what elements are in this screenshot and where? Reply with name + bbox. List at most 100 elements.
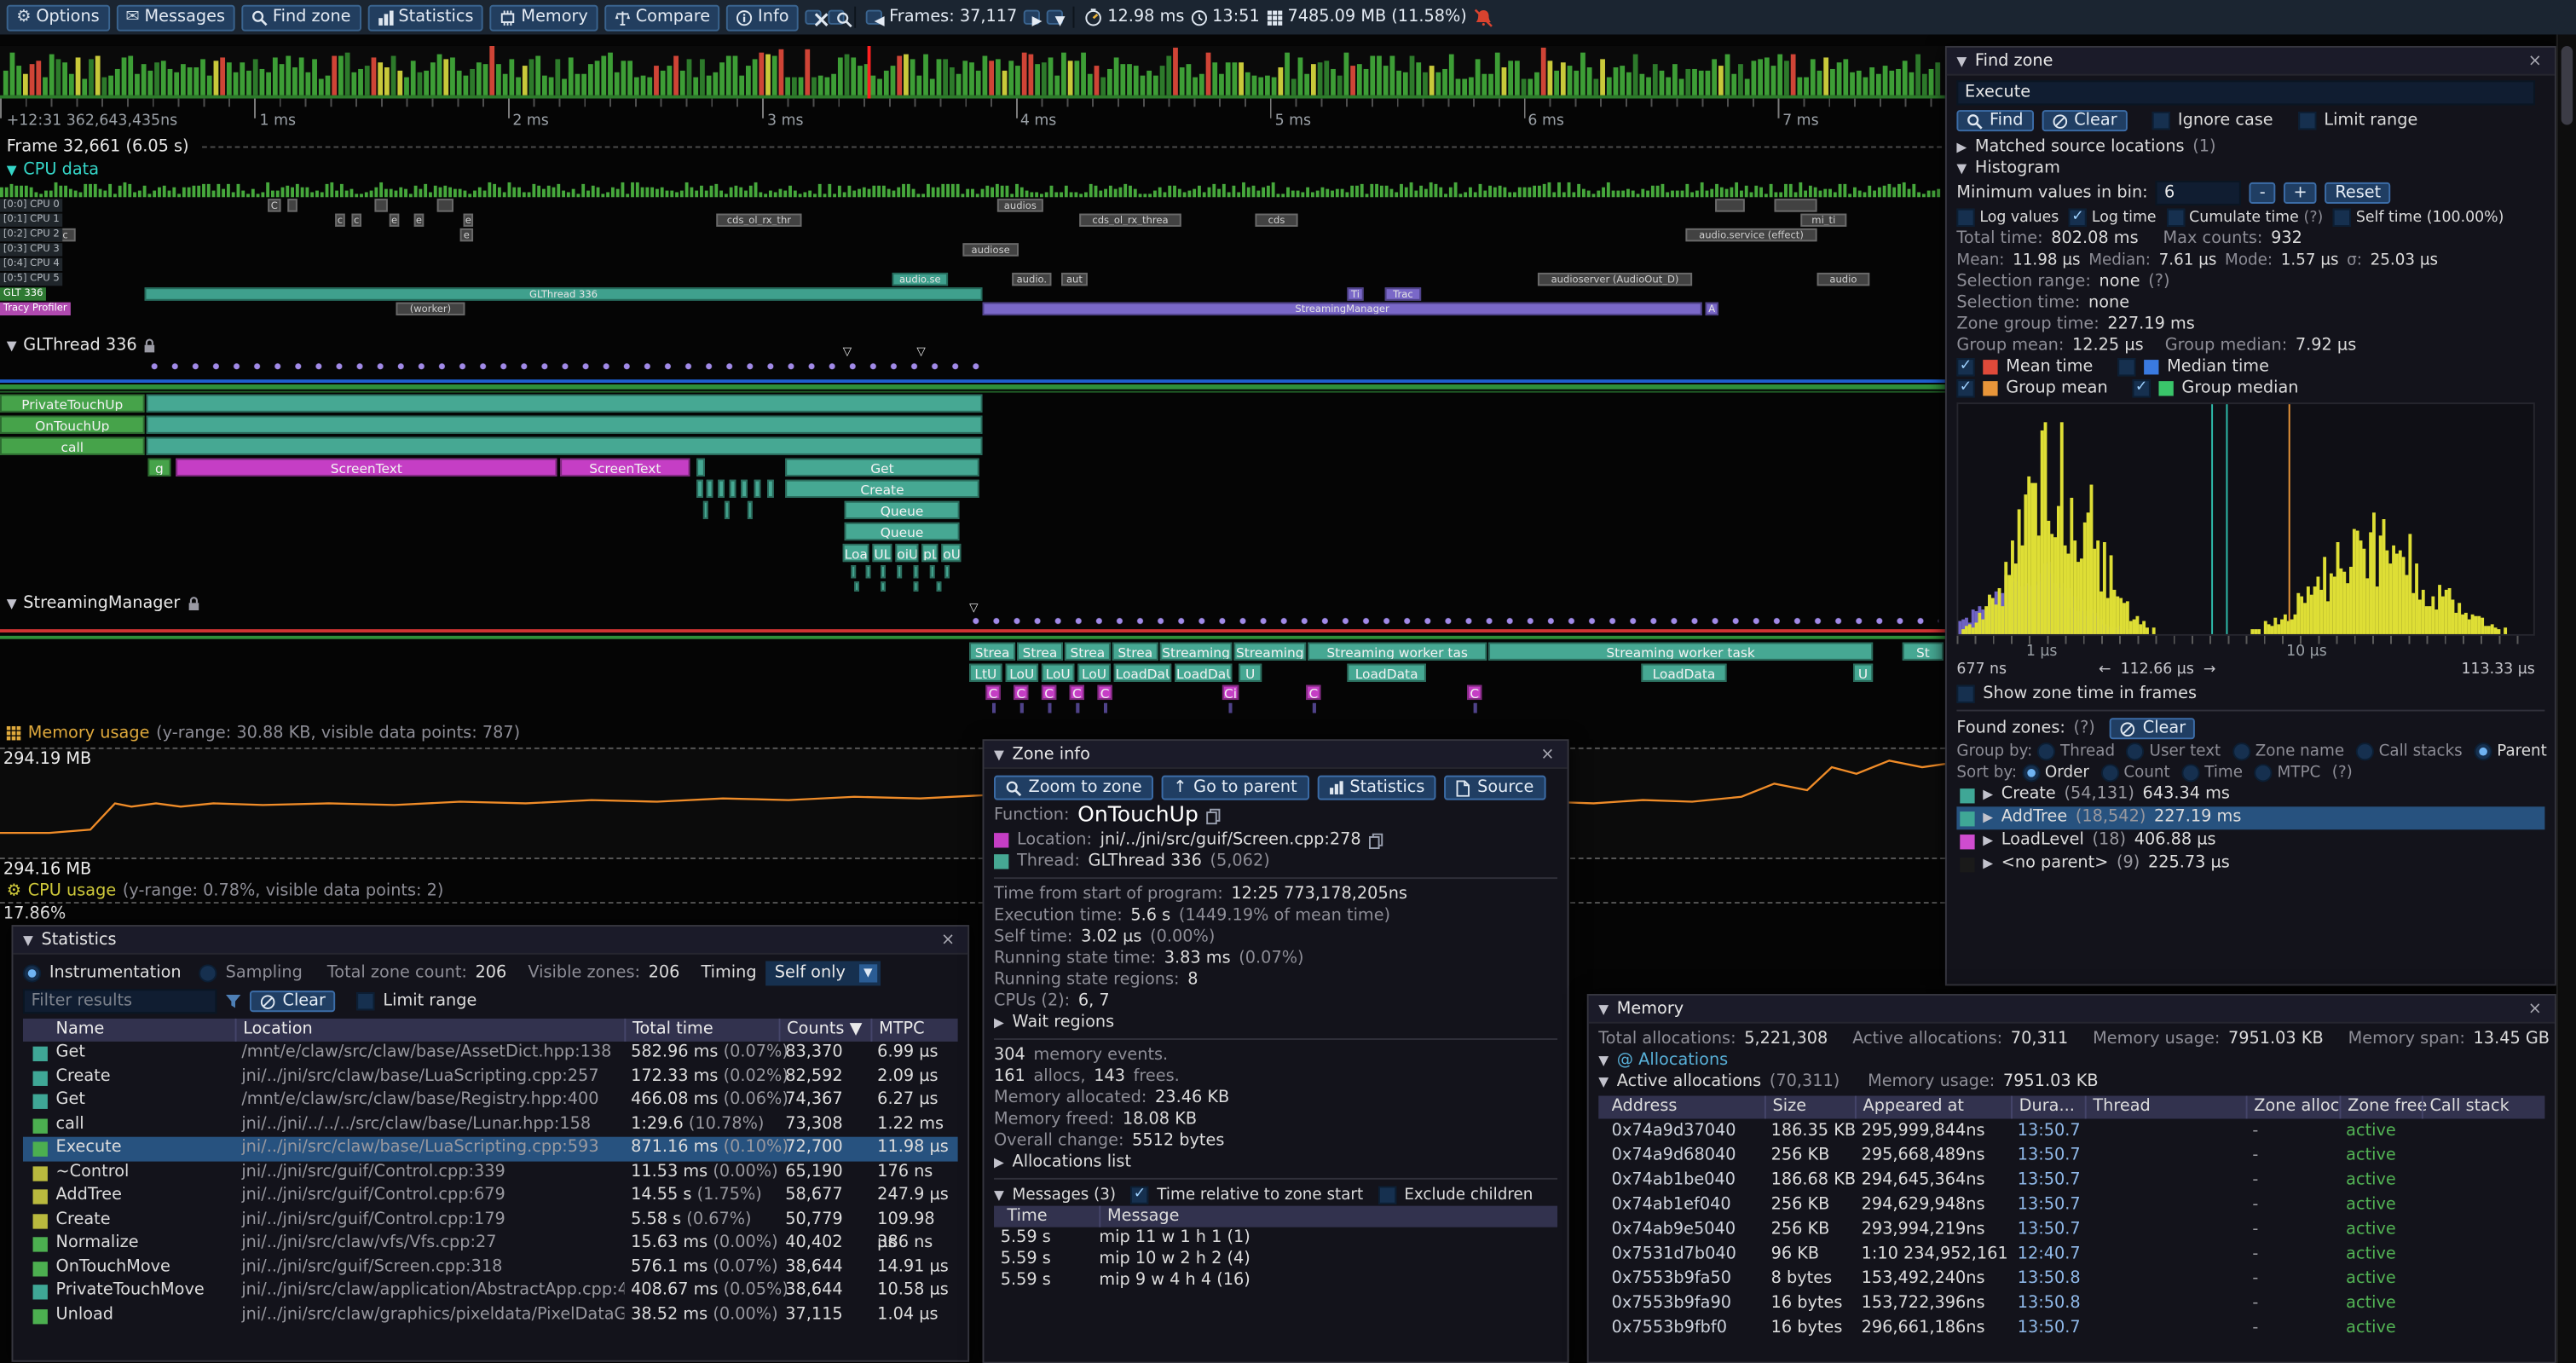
frame-bar[interactable] — [693, 77, 698, 95]
cpu-zone[interactable]: cds — [1255, 214, 1297, 227]
mean-time-checkbox[interactable] — [1956, 358, 1974, 376]
frame-bar[interactable] — [1857, 71, 1862, 95]
timeline-zone[interactable] — [725, 501, 730, 519]
frame-bar[interactable] — [1206, 54, 1211, 95]
ignore-case-checkbox[interactable] — [2151, 112, 2169, 130]
frame-bar[interactable] — [1929, 68, 1934, 95]
frame-bar[interactable] — [95, 56, 101, 95]
frame-bar[interactable] — [1416, 62, 1421, 95]
frame-bar[interactable] — [555, 59, 560, 95]
timeline-zone[interactable] — [881, 565, 886, 578]
frame-bar[interactable] — [1896, 69, 1901, 95]
frame-bar[interactable] — [246, 72, 251, 95]
timeline-zone[interactable]: C — [1306, 685, 1320, 700]
timeline-zone[interactable] — [881, 581, 886, 592]
frame-bar[interactable] — [1554, 71, 1559, 95]
frame-bar[interactable] — [1476, 60, 1481, 95]
sampling-radio[interactable] — [199, 964, 217, 982]
help-marker[interactable]: (?) — [2074, 719, 2095, 737]
timeline-zone[interactable]: C — [985, 685, 1000, 700]
frame-bar[interactable] — [1541, 48, 1546, 95]
log-time-checkbox[interactable] — [2069, 209, 2087, 227]
allocation-row[interactable]: 0x7553b9fbf016 bytes296,661,186ns13:50.7… — [1598, 1316, 2544, 1341]
show-zone-time-checkbox[interactable] — [1956, 685, 1974, 703]
zone-info-window-titlebar[interactable]: ▼Zone info× — [984, 741, 1567, 769]
frame-bar[interactable] — [372, 57, 377, 95]
frame-bar[interactable] — [1883, 66, 1888, 95]
frame-bar[interactable] — [1239, 62, 1244, 95]
timeline-zone[interactable]: Streaming worker task — [1488, 643, 1873, 661]
clear-found-button[interactable]: Clear — [2110, 718, 2196, 739]
frame-bar[interactable] — [719, 62, 725, 95]
zone-statistics-button[interactable]: Statistics — [1317, 776, 1436, 800]
frame-bar[interactable] — [1935, 62, 1940, 95]
frame-bar[interactable] — [549, 78, 554, 95]
tools-button[interactable] — [806, 10, 822, 25]
frame-bar[interactable] — [989, 60, 994, 95]
allocation-row[interactable]: 0x74a9d37040186.35 KB295,999,844ns13:50.… — [1598, 1118, 2544, 1143]
frame-bar[interactable] — [69, 73, 74, 95]
frame-bar[interactable] — [1324, 61, 1329, 95]
frame-bar[interactable] — [1758, 59, 1763, 95]
timeline-zone[interactable] — [703, 501, 708, 519]
cpu-zone[interactable]: (worker) — [396, 303, 465, 315]
find-zone-query-input[interactable] — [1956, 80, 2534, 105]
cpu-zone[interactable]: e — [460, 228, 473, 241]
stats-row[interactable]: Get/mnt/e/claw/src/claw/base/AssetDict.h… — [23, 1042, 958, 1066]
frame-bar[interactable] — [772, 55, 777, 95]
timeline-zone[interactable]: oUp — [941, 544, 961, 562]
frame-bar[interactable] — [1593, 78, 1598, 95]
frame-bar[interactable] — [1212, 63, 1217, 95]
cpu-zone[interactable]: e — [390, 214, 400, 227]
stats-row[interactable]: AddTreejni/../jni/src/guif/Control.cpp:6… — [23, 1185, 958, 1209]
frame-bar[interactable] — [792, 77, 797, 95]
timeline-zone[interactable]: St — [1903, 643, 1944, 661]
frame-bar[interactable] — [1633, 55, 1638, 95]
frame-bar[interactable] — [615, 72, 620, 95]
compare-button[interactable]: Compare — [604, 4, 720, 31]
frame-bar[interactable] — [1153, 76, 1158, 95]
frame-bar[interactable] — [1620, 66, 1625, 95]
filter-input[interactable] — [23, 989, 217, 1014]
prev-frame-button[interactable]: ◀ — [866, 10, 882, 25]
frame-bar[interactable] — [1350, 66, 1355, 95]
frame-bar[interactable] — [1646, 77, 1651, 95]
timeline-zone[interactable] — [748, 501, 753, 519]
frame-bar[interactable] — [805, 49, 810, 95]
funnel-icon[interactable] — [225, 994, 241, 1008]
wait-regions-expander[interactable]: ▶Wait regions — [994, 1012, 1557, 1033]
frame-bar[interactable] — [588, 64, 593, 95]
next-frame-button[interactable]: ▶ — [1024, 10, 1040, 25]
clear-filter-button[interactable]: Clear — [250, 990, 336, 1012]
frame-bar[interactable] — [1166, 56, 1171, 95]
frame-bar[interactable] — [1843, 59, 1848, 95]
frame-bar[interactable] — [214, 61, 219, 95]
cpu-zone[interactable]: c — [335, 214, 345, 227]
frame-bar[interactable] — [1141, 75, 1146, 95]
stats-row[interactable]: Createjni/../jni/src/claw/base/LuaScript… — [23, 1066, 958, 1089]
frame-bar[interactable] — [227, 62, 232, 95]
min-bin-input[interactable] — [2156, 181, 2241, 205]
frame-bar[interactable] — [489, 46, 494, 95]
frame-bar[interactable] — [891, 65, 896, 95]
parent-radio[interactable] — [2474, 742, 2492, 760]
zoom-to-zone-button[interactable]: Zoom to zone — [994, 776, 1153, 800]
frame-bar[interactable] — [845, 55, 850, 95]
frame-bar[interactable] — [1285, 53, 1290, 95]
frame-bar[interactable] — [1915, 54, 1920, 95]
frame-bar[interactable] — [1692, 69, 1697, 95]
frame-bar[interactable] — [1508, 61, 1513, 95]
frame-bar[interactable] — [1456, 78, 1461, 95]
frame-bar[interactable] — [1232, 63, 1237, 95]
stats-row[interactable]: Executejni/../jni/src/claw/base/LuaScrip… — [23, 1137, 958, 1161]
frame-bar[interactable] — [746, 66, 751, 95]
active-allocations-expander[interactable]: ▼Active allocations(70,311)Memory usage:… — [1598, 1071, 2544, 1093]
timeline-zone[interactable]: Streaming — [1160, 643, 1233, 661]
frame-bar[interactable] — [207, 76, 212, 95]
cpu-zone[interactable] — [374, 199, 387, 211]
frame-bar[interactable] — [1869, 67, 1874, 95]
thread-header-glthread[interactable]: ▼GLThread 336 — [7, 337, 157, 355]
frame-bar[interactable] — [1666, 78, 1671, 95]
frame-bar[interactable] — [108, 75, 113, 95]
order-radio[interactable] — [2022, 764, 2040, 782]
